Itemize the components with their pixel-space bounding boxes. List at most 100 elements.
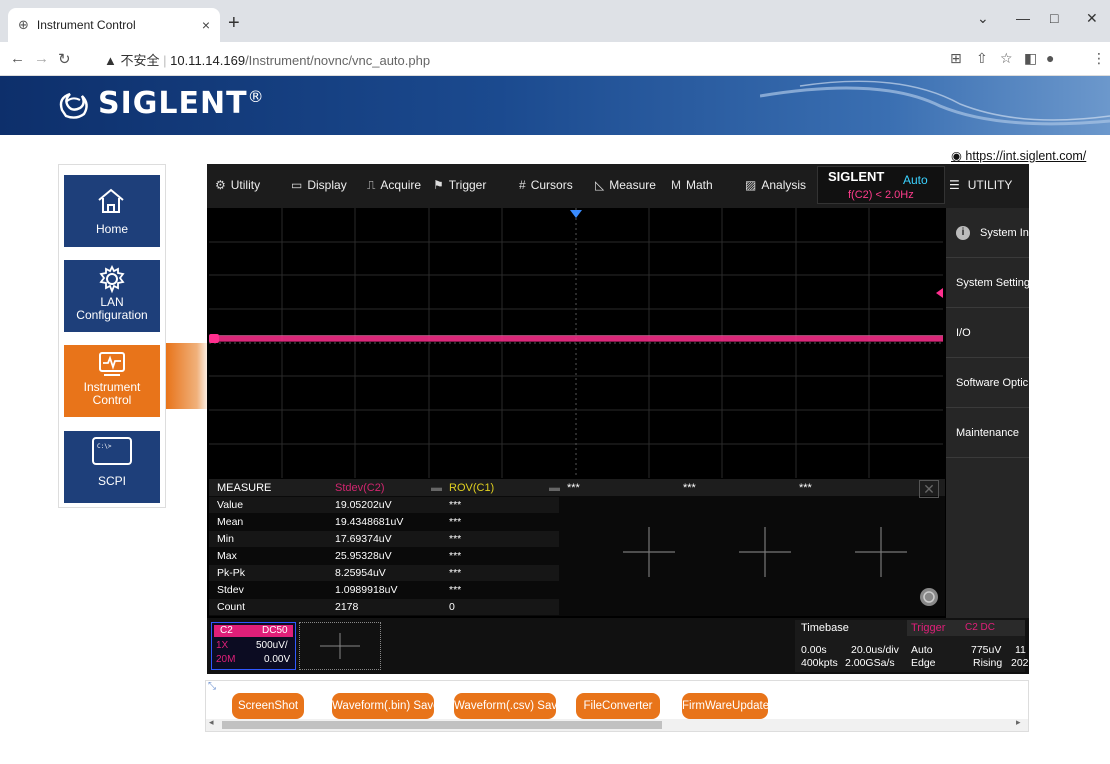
menu-display[interactable]: ▭ Display [291,178,347,192]
url-field[interactable]: ▲ 不安全 | 10.11.14.169/Instrument/novnc/vn… [104,50,430,69]
measure-icon: ◺ [595,178,605,192]
channel-bw: 20M [216,654,236,665]
waveform-csv-save-button[interactable]: Waveform(.csv) Save [454,693,556,719]
info-icon: i [956,225,970,240]
waveform-grid[interactable] [209,208,943,478]
measure-panel: MEASURE Stdev(C2) ▬ ROV(C1) ▬ *** *** **… [209,479,945,616]
tab-close-icon[interactable]: × [202,17,210,33]
side-panel-icon[interactable]: ◧ [1024,50,1037,67]
translate-icon[interactable]: ⊞ [950,50,962,67]
scope-status-bar: C2 DC50 1X 500uV/ 20M 0.00V Timebase Tri… [207,618,1029,674]
measure-header: MEASURE [217,482,272,494]
maximize-button[interactable]: □ [1050,10,1058,26]
menu-trigger[interactable]: ⚑ Trigger [433,178,486,192]
gear-icon [99,264,125,294]
url-host: 10.11.14.169 [170,53,246,68]
measure-table: Value 19.05202uV *** Mean 19.4348681uV *** M… [209,497,559,615]
nav-item-instrument-control[interactable]: Instrument Control [64,345,160,417]
c2-trace [219,336,943,341]
waveform-bin-save-button[interactable]: Waveform(.bin) Save [332,693,434,719]
browser-menu-icon[interactable]: ⋮ [1092,50,1106,67]
firmware-update-button[interactable]: FirmWareUpdate [682,693,768,719]
reload-icon[interactable]: ↻ [58,50,71,68]
trigger-level: 775uV [971,644,1002,656]
trigger-mode: Auto [911,644,933,656]
channel-c2-box[interactable]: C2 DC50 1X 500uV/ 20M 0.00V [211,622,296,670]
siglent-site-link[interactable]: ◉ https://int.siglent.com/ [951,148,1086,163]
web-globe-icon: ◉ [951,149,966,163]
utility-header[interactable]: ☰ UTILITY [949,178,1012,192]
minimize-button[interactable]: — [1016,10,1030,26]
trigger-source: C2 DC [965,622,996,633]
plus-icon [320,633,360,659]
channel-coupling: DC50 [262,625,288,636]
menu-system-info[interactable]: i System In [946,208,1029,258]
acquire-icon: ⎍ [367,178,376,192]
scope-status-box: SIGLENT Auto f(C2) < 2.0Hz [817,166,945,204]
oscilloscope-icon [99,352,125,376]
menu-maintenance[interactable]: Maintenance [946,408,1029,458]
tab-search-chevron-icon[interactable]: ⌄ [977,10,989,27]
measure-col-3[interactable]: *** [567,481,580,495]
oscilloscope-screen[interactable]: ⚙ Utility ▭ Display ⎍ Acquire ⚑ Trigger # Cur… [207,164,1029,674]
cursors-icon: # [519,178,526,192]
menu-math[interactable]: M Math [671,178,713,192]
trigger-level-marker[interactable] [936,288,943,298]
browser-tab[interactable]: ⊕ Instrument Control × [8,8,220,42]
measure-col-rov[interactable]: ROV(C1) [449,481,494,495]
channel-probe: 1X [216,640,229,651]
trigger-position-marker[interactable] [570,210,582,218]
measure-close-icon[interactable]: ✕ [919,480,939,498]
back-arrow-icon[interactable]: ← [10,50,25,67]
forward-arrow-icon[interactable]: → [34,50,49,67]
timebase-tdiv: 20.0us/div [851,644,899,656]
menu-cursors[interactable]: # Cursors [519,178,573,192]
c2-offset-marker[interactable] [209,334,219,343]
share-icon[interactable]: ⇧ [976,50,988,67]
channel-offset: 0.00V [264,654,291,665]
left-nav: Home LAN Configuration Instrument Contro… [58,164,166,508]
timebase-title: Timebase [801,622,849,634]
measure-col-4[interactable]: *** [683,481,696,495]
trigger-status: Auto [903,173,928,187]
add-measure-slots[interactable] [559,497,945,615]
measure-row: Stdev 1.0989918uV *** [217,584,462,596]
menu-measure[interactable]: ◺ Measure [595,178,656,192]
scrollbar-thumb[interactable] [222,721,662,729]
channel-scale: 500uV/ [256,640,288,651]
nav-item-scpi[interactable]: C:\> SCPI [64,431,160,503]
measure-row: Pk-Pk 8.25954uV *** [209,565,559,581]
refresh-icon[interactable] [920,588,938,606]
measure-col-stdev[interactable]: Stdev(C2) [335,481,385,495]
file-converter-button[interactable]: FileConverter [576,693,660,719]
menu-software-options[interactable]: Software Optic [946,358,1029,408]
menu-utility[interactable]: ⚙ Utility [215,178,260,192]
home-icon [98,188,124,213]
timebase-trigger-panel[interactable]: Timebase Trigger C2 DC 0.00s 20.0us/div … [795,620,1029,672]
timebase-delay: 0.00s [801,644,827,656]
menu-analysis[interactable]: ▨ Analysis [745,178,806,192]
nav-item-lan-configuration[interactable]: LAN Configuration [64,260,160,332]
close-window-button[interactable]: ✕ [1086,10,1098,27]
scope-menu-bar: ⚙ Utility ▭ Display ⎍ Acquire ⚑ Trigger # Cur… [207,164,1029,208]
profile-avatar-icon[interactable]: ● [1046,50,1054,66]
browser-tab-bar: ⊕ Instrument Control × + ⌄ — □ ✕ [0,0,1110,42]
screenshot-button[interactable]: ScreenShot [232,693,304,719]
menu-acquire[interactable]: ⎍ Acquire [367,178,421,193]
new-tab-button[interactable]: + [228,13,240,33]
measure-col-5[interactable]: *** [799,481,812,495]
bookmark-star-icon[interactable]: ☆ [1000,50,1013,67]
scroll-right-icon[interactable]: ▸ [1016,717,1021,728]
fullscreen-icon[interactable]: ⤡ [208,681,216,692]
menu-io[interactable]: I/O [946,308,1029,358]
trigger-slope: Rising [973,657,1003,669]
analysis-icon: ▨ [745,178,757,192]
scroll-left-icon[interactable]: ◂ [209,717,214,728]
horizontal-scrollbar[interactable]: ◂ ▸ [206,717,1028,731]
menu-system-setting[interactable]: System Setting [946,258,1029,308]
siglent-header-banner: SIGLENT® [0,76,1110,135]
nav-item-home[interactable]: Home [64,175,160,247]
add-channel-slot[interactable] [299,622,381,670]
nav-label-scpi: SCPI [97,474,126,488]
scope-brand: SIGLENT [828,169,885,184]
